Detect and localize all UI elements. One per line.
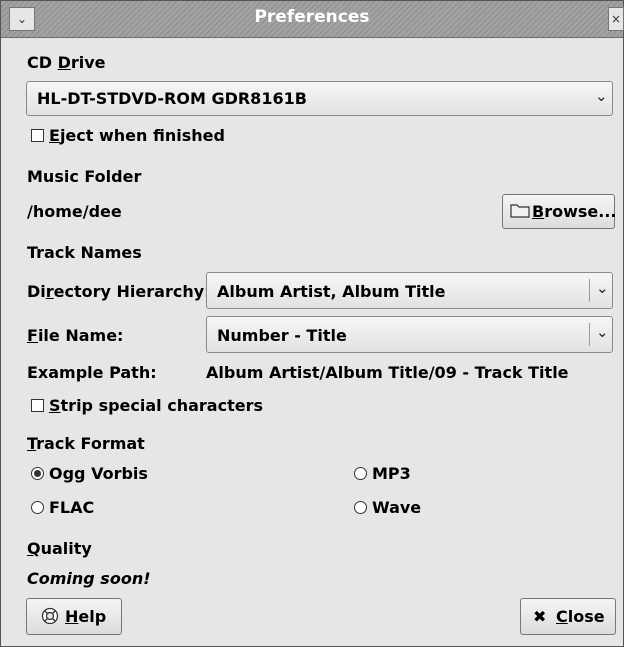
eject-checkbox-box[interactable] [31, 129, 44, 142]
close-icon: × [610, 12, 622, 26]
quality-label: Quality [27, 539, 92, 558]
chevron-down-icon: ⌄ [596, 323, 609, 341]
quality-status: Coming soon! [27, 569, 151, 588]
file-name-value: Number - Title [217, 326, 347, 345]
radio-wave[interactable]: Wave [350, 498, 450, 518]
title-bar[interactable]: ⌄ Preferences × [1, 1, 624, 38]
radio-button[interactable] [354, 467, 367, 480]
close-label: Close [556, 607, 605, 626]
track-format-label: Track Format [27, 434, 145, 453]
radio-mp3[interactable]: MP3 [350, 464, 450, 484]
window-close-button[interactable]: × [608, 7, 624, 31]
music-folder-path: /home/dee [27, 202, 122, 221]
cd-drive-value: HL-DT-STDVD-ROM GDR8161B [37, 89, 307, 108]
strip-checkbox-box[interactable] [31, 399, 44, 412]
browse-label: Browse... [532, 202, 617, 221]
help-label: Help [65, 607, 107, 626]
radio-flac[interactable]: FLAC [27, 498, 177, 518]
close-button[interactable]: ✖ Close [520, 598, 616, 635]
radio-button[interactable] [31, 501, 44, 514]
music-folder-label: Music Folder [27, 167, 142, 186]
strip-special-characters-checkbox[interactable]: Strip special characters [27, 396, 287, 416]
window-title: Preferences [254, 7, 370, 27]
radio-ogg-vorbis[interactable]: Ogg Vorbis [27, 464, 177, 484]
chevron-down-icon: ⌄ [595, 87, 608, 105]
radio-button[interactable] [354, 501, 367, 514]
strip-special-characters-label: Strip special characters [49, 396, 263, 415]
radio-mp3-label: MP3 [372, 464, 411, 483]
eject-checkbox[interactable]: Eject when finished [27, 126, 257, 146]
chevron-down-icon: ⌄ [596, 279, 609, 297]
radio-button-selected[interactable] [31, 467, 44, 480]
directory-hierarchy-value: Album Artist, Album Title [217, 282, 446, 301]
directory-hierarchy-label: Directory Hierarchy: [27, 282, 211, 301]
help-button[interactable]: Help [26, 598, 122, 635]
radio-wave-label: Wave [372, 498, 422, 517]
directory-hierarchy-select[interactable]: Album Artist, Album Title ⌄ [206, 272, 613, 309]
radio-ogg-vorbis-label: Ogg Vorbis [49, 464, 148, 483]
x-icon: ✖ [533, 607, 547, 626]
cd-drive-select[interactable]: HL-DT-STDVD-ROM GDR8161B ⌄ [26, 81, 613, 116]
folder-icon [510, 202, 530, 222]
file-name-label: File Name: [27, 326, 124, 345]
cd-drive-label: CD Drive [27, 53, 106, 72]
preferences-window: ⌄ Preferences × CD Drive HL-DT-STDVD-ROM… [0, 0, 624, 647]
eject-label: Eject when finished [49, 126, 225, 145]
example-path-label: Example Path: [27, 363, 157, 382]
file-name-select[interactable]: Number - Title ⌄ [206, 316, 613, 353]
help-icon [41, 607, 59, 629]
browse-button[interactable]: Browse... [502, 194, 617, 229]
example-path-value: Album Artist/Album Title/09 - Track Titl… [206, 363, 569, 382]
track-names-label: Track Names [27, 243, 142, 262]
radio-flac-label: FLAC [49, 498, 95, 517]
